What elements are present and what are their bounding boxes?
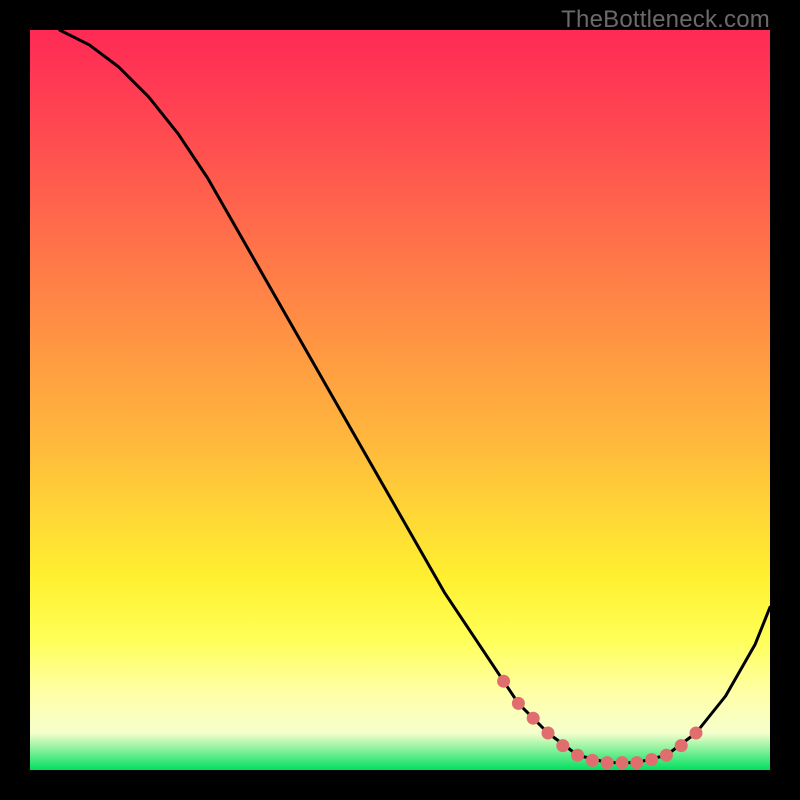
highlight-dot: [497, 675, 510, 688]
highlight-dot: [601, 756, 614, 769]
plot-area: [30, 30, 770, 770]
highlight-dot: [556, 739, 569, 752]
highlight-dot: [690, 727, 703, 740]
chart-svg: [30, 30, 770, 770]
highlight-dot: [512, 697, 525, 710]
highlight-dot: [586, 754, 599, 767]
highlight-dot: [645, 753, 658, 766]
chart-frame: TheBottleneck.com: [0, 0, 800, 800]
highlight-dot: [616, 756, 629, 769]
highlight-dot: [660, 749, 673, 762]
highlight-dot: [527, 712, 540, 725]
highlight-dot: [542, 727, 555, 740]
highlight-dot: [675, 739, 688, 752]
highlight-dot: [630, 756, 643, 769]
optimal-range-dots: [497, 675, 702, 769]
highlight-dot: [571, 749, 584, 762]
bottleneck-curve: [60, 30, 770, 763]
